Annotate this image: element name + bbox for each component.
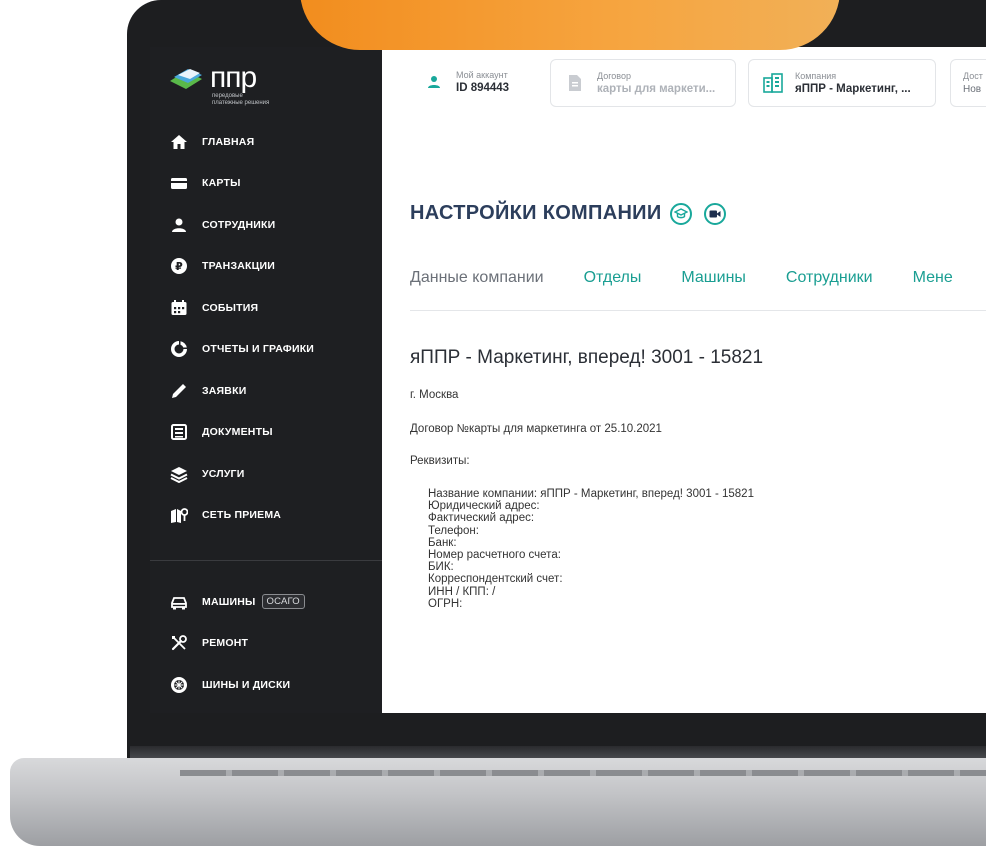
chart-icon	[170, 340, 188, 358]
access-label: Дост	[963, 70, 983, 81]
sidebar-item-label: ГЛАВНАЯ	[202, 135, 255, 148]
sidebar-item-label: СОТРУДНИКИ	[202, 218, 276, 231]
card-icon	[170, 174, 188, 192]
user-icon	[170, 216, 188, 234]
requisite-item: Фактический адрес:	[428, 512, 535, 525]
sidebar-item-label: ДОКУМЕНТЫ	[202, 426, 273, 439]
sidebar-item-label: КАРТЫ	[202, 177, 241, 190]
video-camera-icon[interactable]	[703, 202, 726, 225]
access-value: Нов	[963, 83, 982, 95]
contract-value: карты для маркети...	[597, 82, 716, 95]
layers-icon	[170, 465, 188, 483]
sidebar-item-transactions[interactable]: ₽ ТРАНЗАКЦИИ	[150, 246, 382, 288]
tab-cars[interactable]: Машины	[681, 269, 746, 287]
account-id: ID 894443	[456, 81, 510, 94]
svg-text:₽: ₽	[175, 260, 183, 273]
company-city: г. Москва	[410, 389, 459, 401]
requisite-item: Название компании: яППР - Маркетинг, впе…	[428, 488, 754, 500]
sidebar-item-label: СОБЫТИЯ	[202, 301, 259, 314]
sidebar-item-tires[interactable]: ШИНЫ И ДИСКИ	[150, 664, 382, 706]
sidebar-item-cards[interactable]: КАРТЫ	[150, 163, 382, 205]
sidebar-item-requests[interactable]: ЗАЯВКИ	[150, 370, 382, 412]
ruble-icon: ₽	[170, 257, 188, 275]
wheel-icon	[170, 676, 188, 694]
sidebar-item-label: МАШИНЫ	[202, 595, 256, 608]
company-label: Компания	[795, 70, 837, 81]
sidebar-item-label: ЗАЯВКИ	[202, 384, 247, 397]
sidebar-item-reports[interactable]: ОТЧЕТЫ И ГРАФИКИ	[150, 329, 382, 371]
requisite-item: Банк:	[428, 536, 457, 549]
sidebar-item-services[interactable]: УСЛУГИ	[150, 453, 382, 495]
document-icon	[170, 423, 188, 441]
logo-mark-icon	[168, 67, 204, 95]
company-selector[interactable]: Компания яППР - Маркетинг, ...	[748, 59, 936, 107]
sidebar-item-label: СЕТЬ ПРИЕМА	[202, 509, 282, 522]
contract-document-icon	[563, 71, 587, 95]
logo-subtitle: передовые платежные решения	[212, 93, 270, 106]
orange-decoration	[300, 0, 840, 50]
sidebar-item-home[interactable]: ГЛАВНАЯ	[150, 121, 382, 163]
company-name-heading: яППР - Маркетинг, вперед! 3001 - 15821	[410, 347, 764, 368]
laptop-screen: ппр передовые платежные решения ГЛАВНАЯ …	[150, 47, 986, 713]
sidebar-item-network[interactable]: СЕТЬ ПРИЕМА	[150, 495, 382, 537]
tab-employees[interactable]: Сотрудники	[786, 269, 873, 287]
requisite-item: ОГРН:	[428, 597, 463, 610]
sidebar-item-label: УСЛУГИ	[202, 467, 245, 480]
requisite-item: БИК:	[428, 561, 454, 574]
page-title-text: НАСТРОЙКИ КОМПАНИИ	[410, 202, 662, 224]
requisite-item: Телефон:	[428, 524, 479, 537]
access-selector[interactable]: Дост Нов	[950, 59, 986, 107]
sidebar-item-label: ОТЧЕТЫ И ГРАФИКИ	[202, 343, 315, 356]
map-icon	[170, 506, 188, 524]
sidebar-nav-secondary: МАШИНЫ ОСАГО РЕМОНТ ШИНЫ И ДИСКИ	[150, 581, 382, 706]
car-icon	[170, 593, 188, 611]
tab-company-data[interactable]: Данные компании	[410, 269, 544, 287]
calendar-icon	[170, 299, 188, 317]
requisites-label: Реквизиты:	[410, 455, 470, 467]
company-tabs: Данные компании Отделы Машины Сотрудники…	[410, 269, 986, 287]
tools-icon	[170, 634, 188, 652]
laptop-keyboard-edge	[180, 770, 986, 776]
sidebar-item-label: ШИНЫ И ДИСКИ	[202, 678, 291, 691]
tab-departments[interactable]: Отделы	[584, 269, 642, 287]
requisite-item: Юридический адрес:	[428, 500, 540, 513]
top-bar: Мой аккаунт ID 894443 Договор карты для …	[382, 47, 986, 121]
sidebar-item-employees[interactable]: СОТРУДНИКИ	[150, 204, 382, 246]
requisite-item: Корреспондентский счет:	[428, 573, 563, 586]
sidebar-item-events[interactable]: СОБЫТИЯ	[150, 287, 382, 329]
sidebar-item-cars[interactable]: МАШИНЫ ОСАГО	[150, 581, 382, 623]
contract-selector[interactable]: Договор карты для маркети...	[550, 59, 736, 107]
requisites-list: Название компании: яППР - Маркетинг, впе…	[428, 488, 754, 610]
company-building-icon	[761, 71, 785, 95]
education-cap-icon[interactable]	[669, 202, 692, 225]
logo[interactable]: ппр передовые платежные решения	[168, 61, 269, 106]
home-icon	[170, 133, 188, 151]
account-user-icon	[422, 70, 446, 94]
sidebar-divider	[150, 560, 382, 561]
account-label: Мой аккаунт	[456, 69, 508, 80]
tab-managers[interactable]: Мене	[913, 269, 953, 287]
logo-text: ппр	[210, 61, 257, 94]
sidebar: ппр передовые платежные решения ГЛАВНАЯ …	[150, 47, 382, 713]
sidebar-nav: ГЛАВНАЯ КАРТЫ СОТРУДНИКИ ₽ ТРАНЗАКЦИИ СО…	[150, 121, 382, 536]
tabs-divider	[410, 310, 986, 311]
company-value: яППР - Маркетинг, ...	[795, 82, 911, 95]
page-title: НАСТРОЙКИ КОМПАНИИ	[410, 202, 726, 225]
requisite-item: ИНН / КПП: /	[428, 585, 496, 598]
sidebar-item-repair[interactable]: РЕМОНТ	[150, 623, 382, 665]
account-selector[interactable]: Мой аккаунт ID 894443	[404, 59, 564, 105]
sidebar-item-label: РЕМОНТ	[202, 637, 249, 650]
pen-icon	[170, 382, 188, 400]
contract-label: Договор	[597, 70, 631, 81]
requisite-item: Номер расчетного счета:	[428, 549, 561, 562]
sidebar-item-documents[interactable]: ДОКУМЕНТЫ	[150, 412, 382, 454]
sidebar-item-label: ТРАНЗАКЦИИ	[202, 260, 275, 273]
osago-badge[interactable]: ОСАГО	[261, 594, 305, 610]
company-contract: Договор №карты для маркетинга от 25.10.2…	[410, 423, 662, 435]
